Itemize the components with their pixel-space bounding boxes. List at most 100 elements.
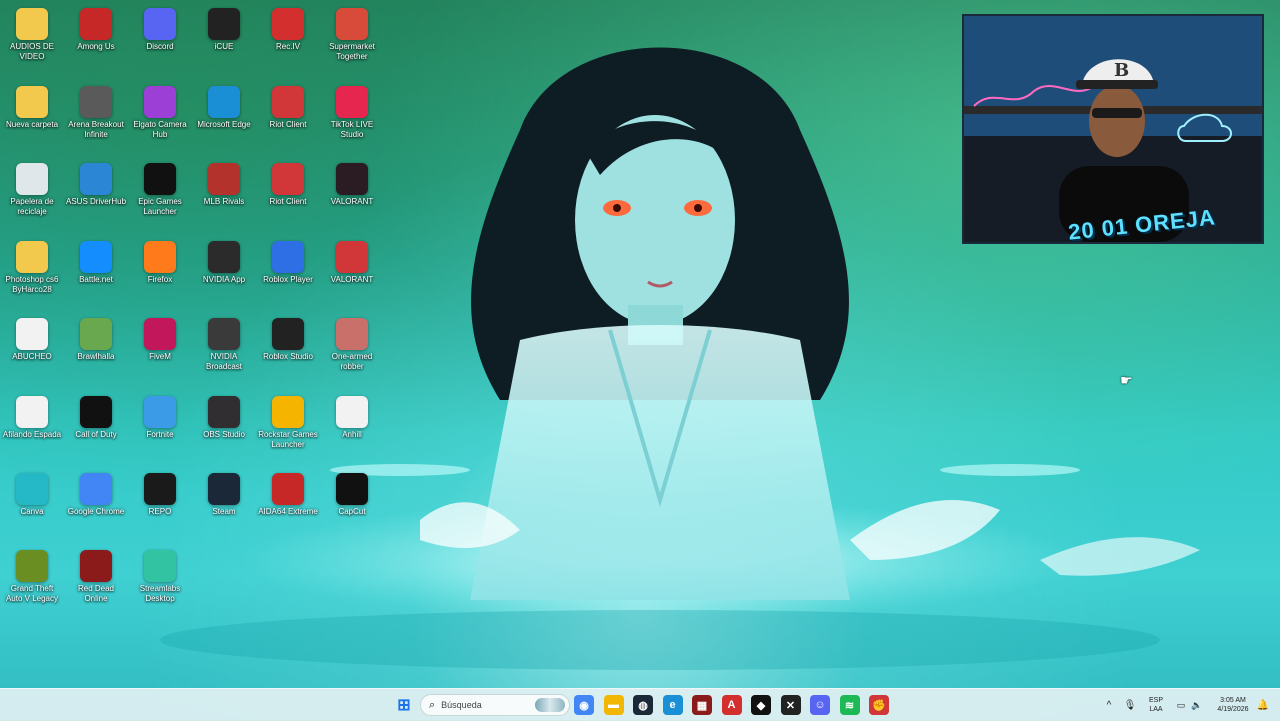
desktop-icon[interactable]: OBS Studio xyxy=(193,390,255,462)
taskbar-app-button[interactable]: ✕ xyxy=(780,695,801,715)
discord-icon xyxy=(144,8,176,40)
desktop-icon[interactable]: Riot Client xyxy=(257,80,319,152)
desktop-icon-label: Afilando Espada xyxy=(2,430,62,439)
desktop-icon[interactable]: TikTok LIVE Studio xyxy=(321,80,383,152)
steam-icon: ◍ xyxy=(638,699,648,712)
taskbar-app-button[interactable]: ✊ xyxy=(869,695,889,715)
mlb-rivals-icon xyxy=(208,163,240,195)
desktop-icon[interactable]: Elgato Camera Hub xyxy=(129,80,191,152)
desktop-icon[interactable]: Roblox Studio xyxy=(257,312,319,384)
desktop-icon[interactable]: Red Dead Online xyxy=(65,544,127,616)
desktop-icon-label: REPO xyxy=(148,507,172,516)
among-us-icon xyxy=(80,8,112,40)
microphone-icon[interactable]: 🎙 xyxy=(1122,689,1138,721)
taskbar-app-button[interactable]: ◍ xyxy=(633,695,653,715)
taskbar-app-button[interactable]: ☺ xyxy=(810,695,830,715)
desktop-icon[interactable]: MLB Rivals xyxy=(193,157,255,229)
desktop-icon-label: Anhill xyxy=(342,430,362,439)
taskbar-app-button[interactable]: e xyxy=(662,695,683,715)
desktop-icon[interactable]: ABUCHEO xyxy=(1,312,63,384)
desktop-icon[interactable]: Fortnite xyxy=(129,390,191,462)
canva-icon xyxy=(16,473,48,505)
fivem-icon xyxy=(144,318,176,350)
desktop-icon[interactable]: NVIDIA Broadcast xyxy=(193,312,255,384)
one-armed-robber-icon xyxy=(336,318,368,350)
taskbar-app-button[interactable]: ≋ xyxy=(839,695,860,715)
taskbar-app-button[interactable]: ◆ xyxy=(751,695,771,715)
desktop-icon[interactable]: Streamlabs Desktop xyxy=(129,544,191,616)
riot-icon: ✊ xyxy=(872,699,886,712)
desktop-icon[interactable]: Among Us xyxy=(65,2,127,74)
desktop-icon[interactable]: Anhill xyxy=(321,390,383,462)
desktop-icon[interactable]: Call of Duty xyxy=(65,390,127,462)
desktop-icon-label: Nueva carpeta xyxy=(5,120,59,129)
desktop-icon[interactable]: Arena Breakout Infinite xyxy=(65,80,127,152)
desktop-icon-label: NVIDIA Broadcast xyxy=(205,352,243,371)
desktop-icon[interactable]: CapCut xyxy=(321,467,383,539)
desktop-icon[interactable]: REPO xyxy=(129,467,191,539)
desktop-icon[interactable]: Firefox xyxy=(129,235,191,307)
search-placeholder: Búsqueda xyxy=(441,700,482,710)
language-bottom: LAA xyxy=(1149,706,1163,713)
taskbar-app-button[interactable]: ▦ xyxy=(692,695,712,715)
desktop-icon[interactable]: Supermarket Together xyxy=(321,2,383,74)
taskbar-app-button[interactable]: A xyxy=(721,695,742,715)
desktop-icon[interactable]: Microsoft Edge xyxy=(193,80,255,152)
desktop-icon[interactable]: Google Chrome xyxy=(65,467,127,539)
desktop-icon[interactable]: One-armed robber xyxy=(321,312,383,384)
desktop-icon[interactable]: VALORANT xyxy=(321,157,383,229)
icue-icon xyxy=(208,8,240,40)
desktop-icon-label: FiveM xyxy=(149,352,171,361)
riot-client-icon xyxy=(272,163,304,195)
call-of-duty-icon xyxy=(80,396,112,428)
clock[interactable]: 3:05 AM 4/19/2026 xyxy=(1210,689,1256,721)
desktop-icon-label: Grand Theft Auto V Legacy xyxy=(5,584,59,603)
asus-driverhub-icon xyxy=(80,163,112,195)
desktop-icon[interactable]: Papelera de reciclaje xyxy=(1,157,63,229)
desktop-icon[interactable]: FiveM xyxy=(129,312,191,384)
discord-icon: ☺ xyxy=(814,699,826,711)
desktop-icon[interactable]: Epic Games Launcher xyxy=(129,157,191,229)
desktop-icon[interactable]: Riot Client xyxy=(257,157,319,229)
taskbar-app-button[interactable]: ◉ xyxy=(574,695,594,715)
webcam-overlay: B xyxy=(962,14,1264,244)
desktop-icon[interactable]: ASUS DriverHub xyxy=(65,157,127,229)
desktop-icon-label: Battle.net xyxy=(79,275,113,284)
desktop-icon[interactable]: Photoshop cs6 ByHarco28 xyxy=(1,235,63,307)
desktop-icon[interactable]: Discord xyxy=(129,2,191,74)
desktop-icon[interactable]: Canva xyxy=(1,467,63,539)
desktop-icon[interactable]: Afilando Espada xyxy=(1,390,63,462)
desktop-icon[interactable]: NVIDIA App xyxy=(193,235,255,307)
roblox-icon xyxy=(272,241,304,273)
desktop-icon[interactable]: AIDA64 Extreme xyxy=(257,467,319,539)
desktop-icon-label: Canva xyxy=(20,507,44,516)
search-input[interactable]: ⌕ Búsqueda xyxy=(420,694,570,716)
elgato-icon xyxy=(144,86,176,118)
volume-icon[interactable]: 🔈 xyxy=(1190,689,1204,721)
desktop-icon[interactable]: VALORANT xyxy=(321,235,383,307)
desktop-icon[interactable]: Brawlhalla xyxy=(65,312,127,384)
epic-icon: ◆ xyxy=(756,699,766,712)
desktop-icon[interactable]: Nueva carpeta xyxy=(1,80,63,152)
streamlabs-icon xyxy=(144,550,176,582)
desktop-icon[interactable]: AUDIOS DE VIDEO xyxy=(1,2,63,74)
network-icon[interactable]: ▭ xyxy=(1174,689,1188,721)
taskbar-app-button[interactable]: ▬ xyxy=(603,695,624,715)
show-hidden-icons-button[interactable]: ^ xyxy=(1102,689,1116,721)
desktop-icon[interactable]: Battle.net xyxy=(65,235,127,307)
notification-bell-icon[interactable]: 🔔 xyxy=(1256,689,1270,721)
desktop-icon[interactable]: Roblox Player xyxy=(257,235,319,307)
language-indicator[interactable]: ESP LAA xyxy=(1144,689,1168,721)
desktop-icon[interactable]: Grand Theft Auto V Legacy xyxy=(1,544,63,616)
desktop-icon-label: Riot Client xyxy=(269,120,307,129)
desktop-icon[interactable]: Rec.IV xyxy=(257,2,319,74)
arena-breakout-icon xyxy=(80,86,112,118)
desktop-icon-label: Rec.IV xyxy=(275,42,300,51)
battlenet-icon xyxy=(80,241,112,273)
desktop-icon[interactable]: iCUE xyxy=(193,2,255,74)
desktop-icon[interactable]: Rockstar Games Launcher xyxy=(257,390,319,462)
search-highlight-icon xyxy=(535,698,565,712)
start-button[interactable]: ⊞ xyxy=(394,695,414,715)
desktop-icon[interactable]: Steam xyxy=(193,467,255,539)
clock-time: 3:05 AM xyxy=(1220,697,1246,704)
